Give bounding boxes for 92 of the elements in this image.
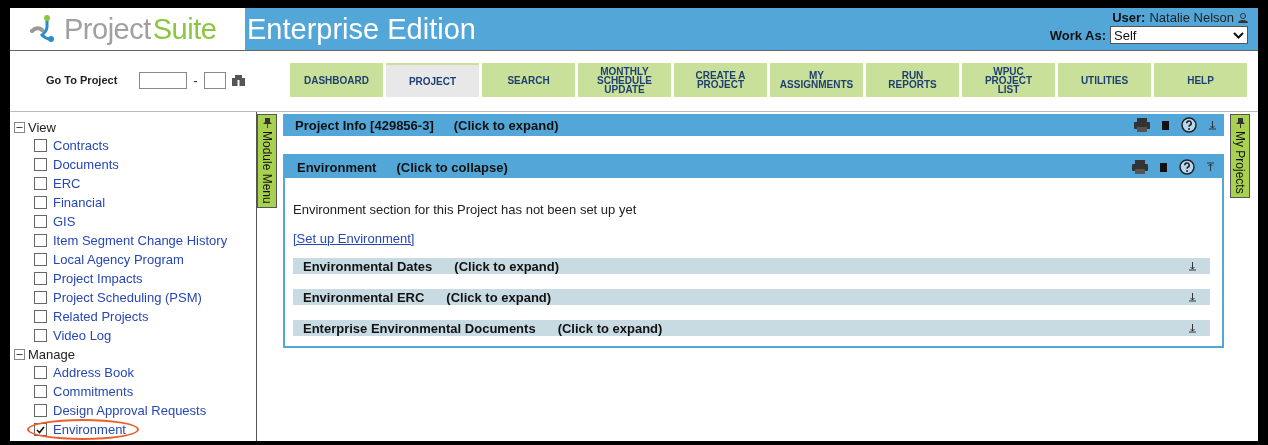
panel-title: Project Info [429856-3]: [295, 117, 434, 133]
module-link[interactable]: Local Agency Program: [53, 252, 184, 267]
group-label: View: [28, 119, 56, 135]
nav-tab[interactable]: WPUC PROJECT LIST: [962, 63, 1055, 97]
module-link[interactable]: Project Impacts: [53, 271, 143, 286]
work-as-label: Work As:: [1049, 27, 1106, 43]
module-menu-tab[interactable]: Module Menu: [257, 114, 277, 208]
module-link[interactable]: Environment: [53, 422, 126, 437]
subsection-action: (Click to expand): [446, 289, 552, 305]
help-icon[interactable]: [1179, 159, 1195, 175]
nav-tab[interactable]: CREATE A PROJECT: [674, 63, 767, 97]
subsection-header[interactable]: Enterprise Environmental Documents (Click to expand): [293, 320, 1210, 336]
nav-tab[interactable]: MONTHLY SCHEDULE UPDATE: [578, 63, 671, 97]
panel-title: Environment: [297, 159, 377, 175]
checkbox[interactable]: [34, 234, 47, 247]
square-icon[interactable]: [1162, 120, 1169, 130]
separator: -: [193, 72, 198, 88]
checkbox[interactable]: [34, 291, 47, 304]
checkbox[interactable]: [34, 366, 47, 379]
checkbox[interactable]: [34, 310, 47, 323]
nav-tab[interactable]: UTILITIES: [1058, 63, 1151, 97]
nav-tab[interactable]: PROJECT: [386, 63, 479, 97]
print-icon[interactable]: [1132, 160, 1148, 174]
module-link[interactable]: Address Book: [53, 365, 134, 380]
nav-tab[interactable]: SEARCH: [482, 63, 575, 97]
expand-arrow-icon[interactable]: [1189, 292, 1196, 302]
module-link[interactable]: Documents: [53, 157, 119, 172]
square-icon[interactable]: [1160, 162, 1167, 172]
project-number-field[interactable]: [139, 71, 188, 89]
subsection-header[interactable]: Environmental Dates (Click to expand): [293, 258, 1210, 274]
subsection-title: Enterprise Environmental Documents: [303, 320, 536, 336]
checkbox[interactable]: [34, 423, 47, 436]
checkbox[interactable]: [34, 329, 47, 342]
nav-tab[interactable]: DASHBOARD: [290, 63, 383, 97]
subsection-title: Environmental ERC: [303, 289, 425, 305]
collapse-icon[interactable]: [14, 348, 25, 360]
go-to-project-label: Go To Project: [46, 74, 118, 86]
panel-header[interactable]: Project Info [429856-3] (Click to expand): [283, 114, 1224, 136]
module-link[interactable]: Commitments: [53, 384, 134, 399]
nav-tab[interactable]: RUN REPORTS: [866, 63, 959, 97]
checkbox[interactable]: [34, 215, 47, 228]
panel-action: (Click to collapse): [396, 159, 508, 175]
module-link[interactable]: Design Approval Requests: [53, 403, 207, 418]
checkbox[interactable]: [34, 196, 47, 209]
pin-icon: [262, 118, 272, 128]
logo-text: Project: [64, 12, 151, 46]
collapse-icon[interactable]: [14, 121, 25, 133]
setup-link[interactable]: [Set up Environment]: [293, 231, 415, 246]
module-link[interactable]: Video Log: [53, 328, 112, 343]
pin-icon: [1235, 118, 1245, 128]
logo-text: Suite: [152, 12, 217, 46]
subsection-title: Environmental Dates: [303, 258, 433, 274]
help-icon[interactable]: [1181, 117, 1197, 133]
subsection-action: (Click to expand): [557, 320, 663, 336]
expand-arrow-icon[interactable]: [1209, 120, 1216, 130]
module-link[interactable]: Financial: [53, 195, 106, 210]
module-link[interactable]: Contracts: [53, 138, 109, 153]
work-as-select[interactable]: Self: [1110, 26, 1248, 44]
user-name: Natalie Nelson: [1149, 10, 1234, 25]
print-icon[interactable]: [1134, 118, 1150, 132]
nav-tab[interactable]: HELP: [1154, 63, 1247, 97]
checkbox[interactable]: [34, 158, 47, 171]
binoculars-icon[interactable]: [231, 74, 245, 86]
checkbox[interactable]: [34, 177, 47, 190]
checkbox[interactable]: [34, 404, 47, 417]
logo-icon: [30, 15, 56, 43]
checkbox[interactable]: [34, 253, 47, 266]
subsection-action: (Click to expand): [454, 258, 560, 274]
checkbox[interactable]: [34, 139, 47, 152]
nav-tab[interactable]: MY ASSIGNMENTS: [770, 63, 863, 97]
subsection-header[interactable]: Environmental ERC (Click to expand): [293, 289, 1210, 305]
group-label: Manage: [28, 346, 75, 362]
user-label: User:: [1112, 10, 1146, 25]
info-message: Environment section for this Project has not been set up yet: [293, 202, 638, 217]
panel-action: (Click to expand): [453, 117, 559, 133]
expand-arrow-icon[interactable]: [1189, 261, 1196, 271]
my-projects-tab[interactable]: My Projects: [1230, 114, 1250, 198]
chevron-down-icon: [1233, 31, 1244, 39]
user-icon[interactable]: [1238, 12, 1248, 23]
project-suffix-field[interactable]: [203, 71, 226, 89]
module-link[interactable]: Project Scheduling (PSM): [53, 290, 202, 305]
panel-header[interactable]: Environment (Click to collapse): [285, 156, 1222, 178]
module-link[interactable]: GIS: [53, 214, 76, 229]
checkbox[interactable]: [34, 385, 47, 398]
module-link[interactable]: Related Projects: [53, 309, 149, 324]
collapse-arrow-icon[interactable]: [1207, 162, 1214, 172]
module-link[interactable]: ERC: [53, 176, 81, 191]
check-icon: [36, 425, 45, 434]
edition-title: Enterprise Edition: [247, 12, 476, 46]
checkbox[interactable]: [34, 272, 47, 285]
module-link[interactable]: Item Segment Change History: [53, 233, 228, 248]
expand-arrow-icon[interactable]: [1189, 323, 1196, 333]
